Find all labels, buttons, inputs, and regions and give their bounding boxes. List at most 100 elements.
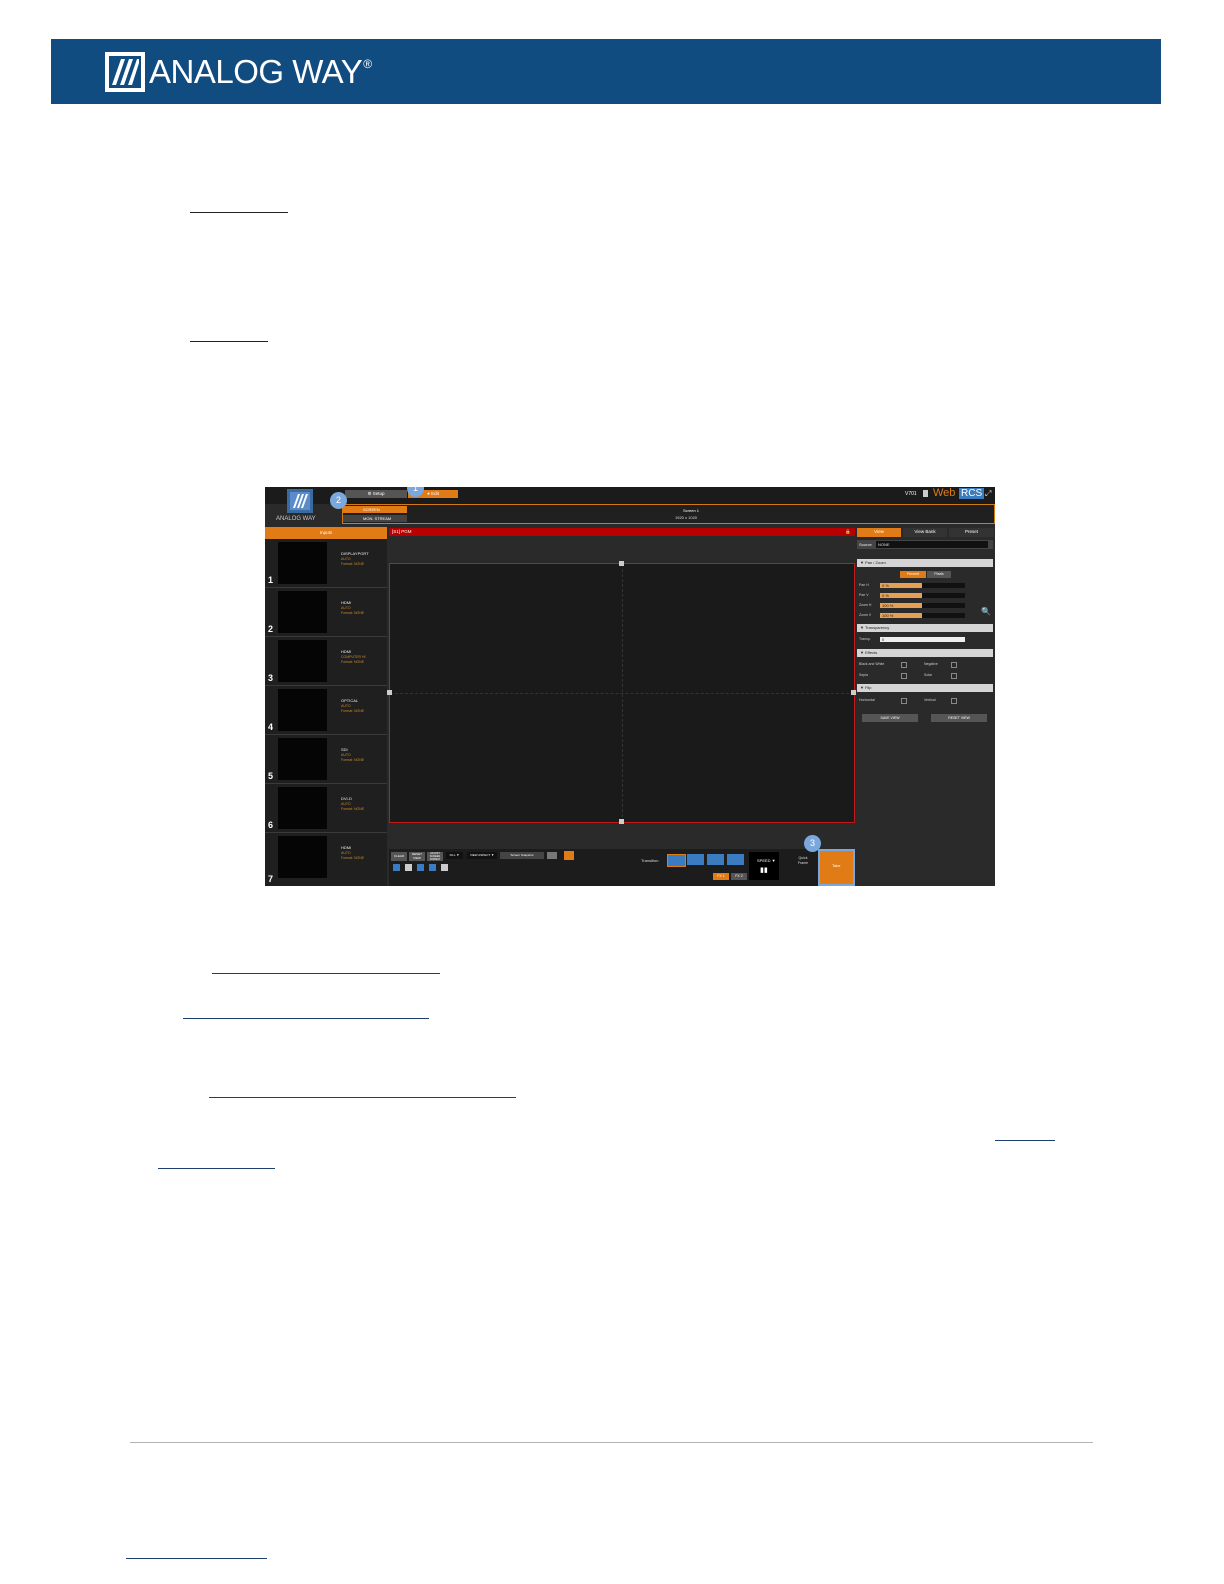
tab-setup[interactable]: ⚙ Setup xyxy=(345,490,407,498)
input-details: COMPUTER HI Format: NONE xyxy=(341,655,366,664)
effect-checkbox[interactable] xyxy=(901,673,907,679)
program-canvas[interactable] xyxy=(387,561,856,824)
screen-name: Screen 1 xyxy=(683,508,700,513)
input-number: 1 xyxy=(268,575,274,585)
transition-wipe-icon[interactable] xyxy=(687,854,704,865)
transition-cut-icon[interactable] xyxy=(667,854,686,867)
input-details: AUTO Format: NONE xyxy=(341,557,365,566)
layout-icon[interactable] xyxy=(547,852,557,859)
input-name: HDMI xyxy=(341,649,352,654)
transparency-slider[interactable]: 0 xyxy=(880,637,965,642)
take-button[interactable]: Take xyxy=(818,849,855,886)
tab-preset[interactable]: Preset xyxy=(949,528,994,537)
align-icon[interactable] xyxy=(417,864,424,871)
fx1-button[interactable]: FX 1 xyxy=(713,873,729,880)
flip-checkbox[interactable] xyxy=(901,698,907,704)
link-underline-2[interactable] xyxy=(183,1018,429,1019)
resize-handle-top[interactable] xyxy=(619,561,624,566)
input-item[interactable]: 3 HDMI COMPUTER HI Format: NONE xyxy=(265,637,387,686)
pan-h-slider[interactable]: 0 % xyxy=(880,583,965,588)
speed-box[interactable]: SPEED ▼ ▮▮ xyxy=(749,852,779,880)
input-thumbnail xyxy=(278,787,327,829)
input-thumbnail xyxy=(278,591,327,633)
fullscreen-icon[interactable]: ⤢ xyxy=(985,489,991,499)
section-flip[interactable]: ▼ Flip xyxy=(857,684,993,692)
pixels-toggle[interactable]: Pixels xyxy=(927,571,951,578)
tab-view[interactable]: View xyxy=(857,528,901,537)
resize-handle-left[interactable] xyxy=(387,690,392,695)
effect-checkbox[interactable] xyxy=(951,662,957,668)
zoom-lock-icon[interactable]: 🔍 xyxy=(981,607,991,616)
section-transparency[interactable]: ▼ Transparency xyxy=(857,624,993,632)
link-underline-3[interactable] xyxy=(209,1097,516,1098)
clear-button[interactable]: CLEAR xyxy=(391,852,407,861)
effect-label: Negative xyxy=(924,662,938,666)
zoom-v-label: Zoom V xyxy=(859,613,872,617)
footer-link-underline[interactable] xyxy=(126,1558,267,1559)
input-item[interactable]: 2 HDMI AUTO Format: NONE xyxy=(265,588,387,637)
center-icon[interactable] xyxy=(429,864,436,871)
resize-handle-bottom[interactable] xyxy=(619,819,624,824)
transition-label: Transition xyxy=(641,858,659,863)
zoom-v-slider[interactable]: 100 % xyxy=(880,613,965,618)
program-bar: [S1] PGM 🔒 xyxy=(389,528,855,536)
properties-panel: View View Bank Preset Source NONE ▼ Pan … xyxy=(856,527,995,886)
adjust-screen-button[interactable]: ADJUST SCREEN FORMAT xyxy=(427,852,443,861)
reset-view-button[interactable]: RESET VIEW xyxy=(931,714,987,722)
source-select[interactable]: NONE xyxy=(876,541,988,548)
logo-caption: ANALOG WAY xyxy=(276,516,316,522)
save-view-button[interactable]: SAVE VIEW xyxy=(862,714,918,722)
link-underline-4[interactable] xyxy=(995,1140,1055,1141)
lock-icon[interactable]: 🔒 xyxy=(845,528,851,536)
pan-v-slider[interactable]: 0 % xyxy=(880,593,965,598)
document-icon[interactable] xyxy=(923,490,928,497)
camera-icon[interactable] xyxy=(405,864,412,871)
input-details: AUTO Format: NONE xyxy=(341,851,365,860)
fit-icon[interactable] xyxy=(441,864,448,871)
input-name: DISPLAYPORT xyxy=(341,551,369,556)
reset-view-small-button[interactable]: RESET VIEW xyxy=(409,852,425,861)
section-pan-zoom[interactable]: ▼ Pan / Zoom xyxy=(857,559,993,567)
transition-slide-icon[interactable] xyxy=(727,854,744,865)
flip-checkbox[interactable] xyxy=(951,698,957,704)
effect-checkbox[interactable] xyxy=(901,662,907,668)
speed-icon: ▮▮ xyxy=(760,867,768,874)
pan-h-label: Pan H xyxy=(859,583,869,587)
zoom-h-slider[interactable]: 100 % xyxy=(880,603,965,608)
section-effects[interactable]: ▼ Effects xyxy=(857,649,993,657)
input-item[interactable]: 1 DISPLAYPORT AUTO Format: NONE xyxy=(265,539,387,588)
effect-checkbox[interactable] xyxy=(951,673,957,679)
link-underline-5[interactable] xyxy=(158,1168,275,1169)
input-item[interactable]: 4 OPTICAL AUTO Format: NONE xyxy=(265,686,387,735)
input-thumbnail xyxy=(278,689,327,731)
program-label: [S1] PGM xyxy=(392,529,412,534)
screen-resolution: 1920 x 1020 xyxy=(675,515,698,520)
zoom-icon[interactable] xyxy=(393,864,400,871)
screen-selector-aux[interactable]: MON. STREAM xyxy=(343,515,407,522)
flip-label: Vertical xyxy=(924,698,936,702)
transition-fade-icon[interactable] xyxy=(707,854,724,865)
input-number: 3 xyxy=(268,673,274,683)
input-number: 2 xyxy=(268,624,274,634)
fill-dropdown[interactable]: FILL ▼ xyxy=(446,852,463,859)
screen-selector-screen[interactable]: SCREEN xyxy=(343,506,407,513)
center-guide-horizontal xyxy=(390,693,854,694)
input-thumbnail xyxy=(278,640,327,682)
percent-toggle[interactable]: Percent xyxy=(900,571,926,578)
input-number: 4 xyxy=(268,722,274,732)
rcs-logo-icon xyxy=(287,489,313,513)
input-name: DVI-D xyxy=(341,796,352,801)
fx2-button[interactable]: FX 2 xyxy=(731,873,747,880)
grid-icon[interactable] xyxy=(564,851,574,860)
input-item[interactable]: 6 DVI-D AUTO Format: NONE xyxy=(265,784,387,833)
screen-snapshot-button[interactable]: Screen Snapshot xyxy=(500,852,544,859)
source-row: Source NONE xyxy=(857,540,993,549)
link-underline-1[interactable] xyxy=(212,973,440,974)
analog-way-logo-icon xyxy=(105,52,145,92)
tab-view-bank[interactable]: View Bank xyxy=(903,528,947,537)
brand-name: ANALOG WAY® xyxy=(149,53,372,90)
input-item[interactable]: 7 HDMI AUTO Format: NONE xyxy=(265,833,387,886)
input-item[interactable]: 5 SDI AUTO Format: NONE xyxy=(265,735,387,784)
document-header: ANALOG WAY® xyxy=(51,39,1161,104)
view-aspect-dropdown[interactable]: VIEW ASPECT ▼ xyxy=(467,852,497,859)
